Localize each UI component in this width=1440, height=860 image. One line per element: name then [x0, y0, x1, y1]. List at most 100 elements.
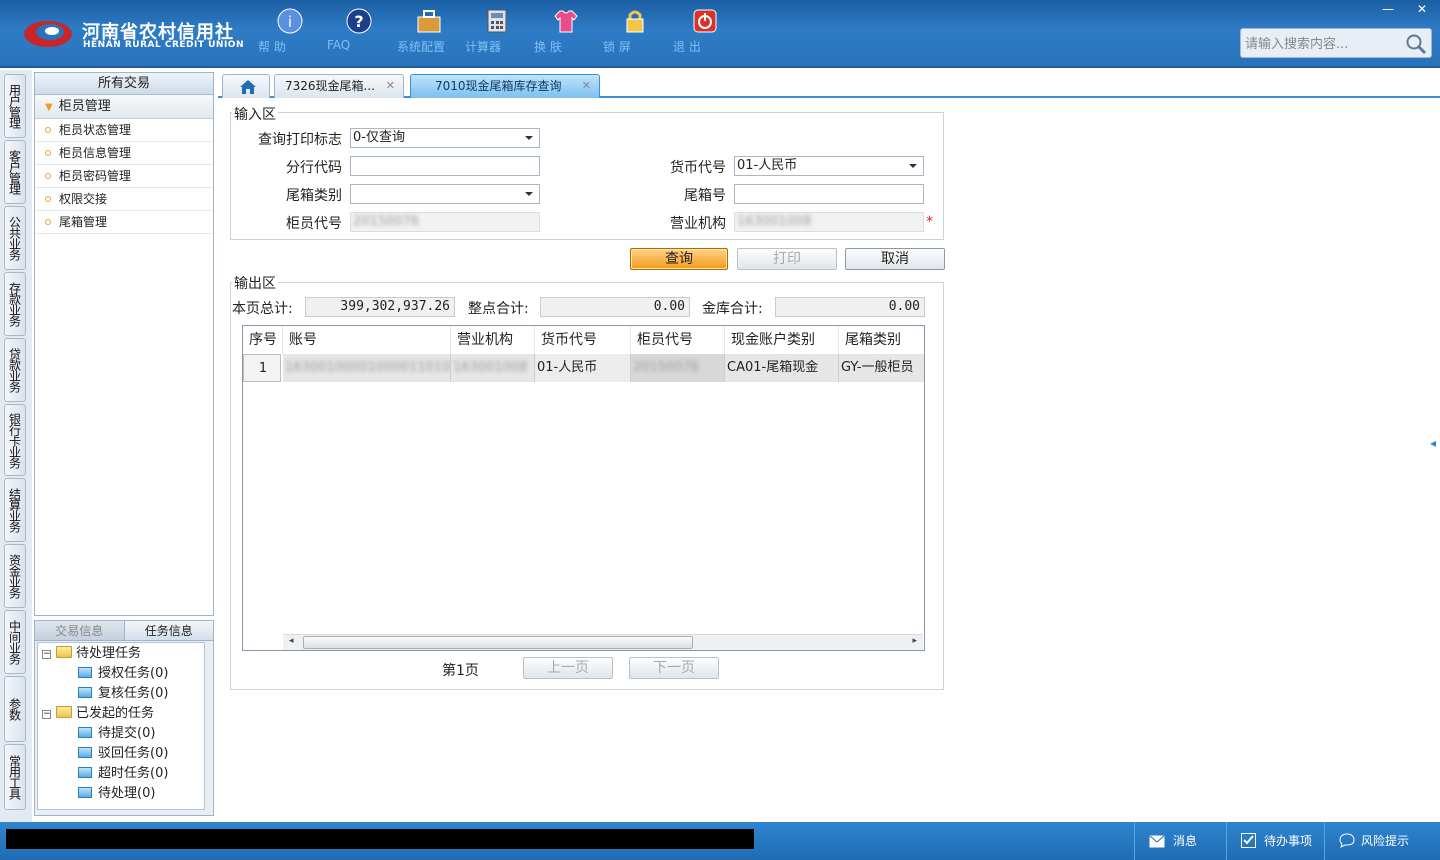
caret-down-icon: ▼	[45, 102, 53, 113]
scroll-right-icon[interactable]: ▸	[912, 636, 917, 646]
minimize-button[interactable]: —	[1376, 1, 1400, 17]
tree-node-authorization-tasks[interactable]: 授权任务(0)	[78, 665, 168, 683]
help-button[interactable]: i 帮 助	[258, 8, 322, 54]
tab-task-info[interactable]: 任务信息	[124, 621, 213, 641]
transaction-nav-panel: 所有交易 ▼ 柜员管理 柜员状态管理 柜员信息管理 柜员密码管理 权限交接 尾箱管…	[34, 72, 214, 616]
search-input[interactable]	[1245, 35, 1405, 53]
todo-label: 待办事项	[1264, 834, 1313, 848]
branch-code-field[interactable]	[350, 156, 540, 176]
business-org-field: 163001008	[734, 212, 924, 232]
tree-node-to-process[interactable]: 待处理(0)	[78, 785, 155, 803]
system-config-button[interactable]: 系统配置	[397, 8, 461, 54]
exit-button[interactable]: 退 出	[673, 8, 737, 54]
page-total-value: 399,302,937.26	[305, 297, 455, 317]
task-panel: 交易信息 任务信息 − 待处理任务 授权任务(0) 复核任务(0) − 已发起的…	[34, 620, 214, 816]
collapse-icon[interactable]: −	[42, 650, 51, 659]
column-header-cash-account-type[interactable]: 现金账户类别	[725, 326, 839, 354]
currency-code-select[interactable]: 01-人民币	[734, 156, 924, 176]
tab-intermediary-business[interactable]: 中间业务	[4, 610, 26, 674]
risk-alert-label: 风险提示	[1361, 834, 1410, 848]
tab-parameters[interactable]: 参数	[4, 676, 26, 742]
risk-alert-button[interactable]: 风险提示	[1324, 822, 1440, 860]
nav-item-label: 尾箱管理	[59, 215, 108, 229]
mail-icon	[1149, 835, 1165, 848]
column-header-account[interactable]: 账号	[283, 326, 451, 354]
close-tab-icon[interactable]: ✕	[386, 75, 395, 97]
home-icon	[240, 80, 256, 94]
cancel-button[interactable]: 取消	[845, 248, 945, 270]
change-skin-button[interactable]: 换 肤	[534, 8, 598, 54]
cell-seq: 1	[243, 354, 281, 382]
tree-node-label: 超时任务(0)	[98, 766, 169, 781]
tab-7326[interactable]: 7326现金尾箱... ✕	[274, 74, 404, 98]
tree-node-to-submit[interactable]: 待提交(0)	[78, 725, 155, 743]
box-number-label: 尾箱号	[684, 188, 726, 204]
vault-total-value: 0.00	[775, 297, 925, 317]
nav-item-label: 权限交接	[59, 192, 108, 206]
close-tab-icon[interactable]: ✕	[582, 75, 591, 97]
tree-node-review-tasks[interactable]: 复核任务(0)	[78, 685, 168, 703]
checkbox-icon	[1241, 833, 1256, 848]
column-header-box-type[interactable]: 尾箱类别	[839, 326, 924, 354]
column-header-org[interactable]: 营业机构	[451, 326, 535, 354]
tree-node-timeout-tasks[interactable]: 超时任务(0)	[78, 765, 168, 783]
lock-screen-button[interactable]: 锁 屏	[603, 8, 667, 54]
nav-item-label: 柜员信息管理	[59, 146, 132, 160]
close-window-button[interactable]: ✕	[1410, 1, 1434, 17]
tab-public-business[interactable]: 公共业务	[4, 206, 26, 270]
bullet-icon	[45, 196, 51, 202]
todo-button[interactable]: 待办事项	[1226, 822, 1324, 860]
tab-common-tools[interactable]: 常用工具	[4, 744, 26, 810]
column-header-currency[interactable]: 货币代号	[535, 326, 631, 354]
tab-7010-active[interactable]: 7010现金尾箱库存查询 ✕	[410, 74, 600, 98]
power-icon	[693, 9, 717, 33]
tab-settlement-business[interactable]: 结算业务	[4, 478, 26, 542]
box-number-field[interactable]	[734, 184, 924, 204]
calculator-button[interactable]: 计算器	[465, 8, 529, 54]
task-tree: − 待处理任务 授权任务(0) 复核任务(0) − 已发起的任务 待提交(0) …	[37, 642, 205, 810]
tree-node-label: 授权任务(0)	[98, 666, 169, 681]
nav-item-permission-handover[interactable]: 权限交接	[35, 188, 213, 211]
nav-item-teller-password[interactable]: 柜员密码管理	[35, 165, 213, 188]
required-mark: *	[926, 214, 933, 230]
nav-item-teller-info[interactable]: 柜员信息管理	[35, 142, 213, 165]
faq-icon: ?	[346, 8, 372, 34]
tab-loan-business[interactable]: 贷款业务	[4, 338, 26, 402]
tab-customer-management[interactable]: 客户管理	[4, 140, 26, 204]
tab-fund-business[interactable]: 资金业务	[4, 544, 26, 608]
next-page-button[interactable]: 下一页	[629, 657, 719, 679]
scroll-left-icon[interactable]: ◂	[289, 636, 294, 646]
tab-bank-card-business[interactable]: 银行卡业务	[4, 404, 26, 476]
print-button[interactable]: 打印	[737, 248, 837, 270]
scroll-thumb[interactable]	[303, 636, 693, 649]
query-flag-value: 0-仅查询	[353, 130, 405, 145]
nav-item-teller-status[interactable]: 柜员状态管理	[35, 119, 213, 142]
query-button[interactable]: 查询	[630, 248, 728, 270]
tab-user-management[interactable]: 用户管理	[4, 74, 26, 138]
task-icon	[78, 667, 92, 678]
tab-home[interactable]	[222, 74, 270, 98]
horizontal-scrollbar[interactable]: ◂ ▸	[283, 634, 923, 650]
tree-node-rejected-tasks[interactable]: 驳回任务(0)	[78, 745, 168, 763]
cell-currency: 01-人民币	[535, 354, 631, 382]
message-button[interactable]: 消息	[1134, 822, 1226, 860]
tab-deposit-business[interactable]: 存款业务	[4, 272, 26, 336]
faq-button[interactable]: ? FAQ	[327, 8, 391, 52]
query-flag-select[interactable]: 0-仅查询	[350, 128, 540, 148]
tree-node-initiated-tasks[interactable]: 已发起的任务	[56, 705, 154, 723]
system-config-label: 系统配置	[397, 40, 446, 54]
tab-label: 7326现金尾箱...	[285, 79, 375, 93]
collapse-icon[interactable]: −	[42, 710, 51, 719]
box-type-select[interactable]	[350, 184, 540, 204]
nav-group-teller-management[interactable]: ▼ 柜员管理	[35, 95, 213, 119]
tab-transaction-info[interactable]: 交易信息	[35, 621, 125, 641]
tree-node-pending-tasks[interactable]: 待处理任务	[56, 645, 141, 663]
prev-page-button[interactable]: 上一页	[523, 657, 613, 679]
column-header-seq[interactable]: 序号	[243, 326, 283, 354]
collapse-right-icon[interactable]: ◂	[1430, 436, 1436, 450]
search-icon[interactable]	[1405, 33, 1427, 55]
task-icon	[78, 687, 92, 698]
column-header-teller[interactable]: 柜员代号	[631, 326, 725, 354]
nav-item-cash-box-management[interactable]: 尾箱管理	[35, 211, 213, 234]
task-icon	[78, 767, 92, 778]
